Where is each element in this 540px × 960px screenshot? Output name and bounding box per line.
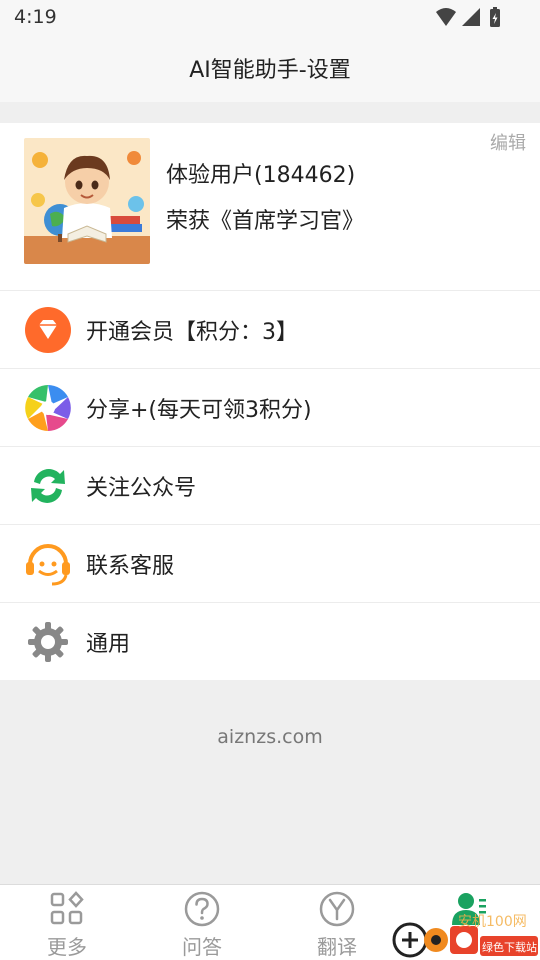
menu-item-label: 分享+(每天可领3积分) [86, 398, 312, 423]
svg-text:安机100网: 安机100网 [458, 914, 527, 930]
tab-more[interactable]: 更多 [12, 889, 122, 959]
battery-icon [490, 7, 500, 27]
signal-icon [462, 8, 480, 26]
tab-translate[interactable]: 翻译 [282, 889, 392, 959]
menu-item-label: 开通会员【积分：3】 [86, 320, 298, 345]
menu-item-label: 关注公众号 [86, 476, 197, 501]
tab-label: 问答 [182, 935, 222, 959]
settings-menu: 开通会员【积分：3】 分享+(每天可领3积分) 关注公众号 联系客服 通用 [0, 290, 540, 680]
menu-item-share[interactable]: 分享+(每天可领3积分) [0, 368, 540, 446]
footer-domain: aiznzs.com [217, 726, 323, 748]
headset-smiley-icon [26, 544, 70, 586]
diamond-icon [25, 307, 71, 353]
tab-label: 更多 [47, 935, 87, 959]
menu-item-follow-account[interactable]: 关注公众号 [0, 446, 540, 524]
question-circle-icon [184, 891, 220, 927]
tab-label: 翻译 [317, 935, 357, 959]
menu-item-label: 通用 [86, 632, 131, 657]
recycle-arrows-icon [31, 469, 65, 503]
user-honor: 荣获《首席学习官》 [166, 209, 365, 234]
avatar[interactable] [24, 138, 150, 264]
watermark-logo: 安机100网 绿色下载站 [392, 914, 538, 958]
menu-item-membership[interactable]: 开通会员【积分：3】 [0, 290, 540, 368]
menu-item-general[interactable]: 通用 [0, 602, 540, 680]
menu-item-label: 联系客服 [86, 554, 175, 579]
status-time: 4:19 [14, 6, 57, 28]
aperture-icon [25, 385, 71, 431]
gear-icon [28, 622, 68, 662]
status-icons [436, 7, 500, 27]
profile-card[interactable]: 编辑 体验用户(184462) 荣获《首席学习官》 [0, 123, 540, 290]
user-name: 体验用户(184462) [166, 163, 356, 188]
title-bar: AI智能助手-设置 [0, 36, 540, 102]
page-title: AI智能助手-设置 [189, 58, 351, 83]
grid-icon [50, 891, 84, 925]
status-bar: 4:19 [0, 0, 540, 36]
wifi-icon [436, 8, 456, 26]
menu-item-customer-service[interactable]: 联系客服 [0, 524, 540, 602]
edit-button[interactable]: 编辑 [490, 129, 526, 155]
y-circle-icon [319, 891, 355, 927]
tab-qa[interactable]: 问答 [147, 889, 257, 959]
svg-text:绿色下载站: 绿色下载站 [482, 940, 537, 954]
